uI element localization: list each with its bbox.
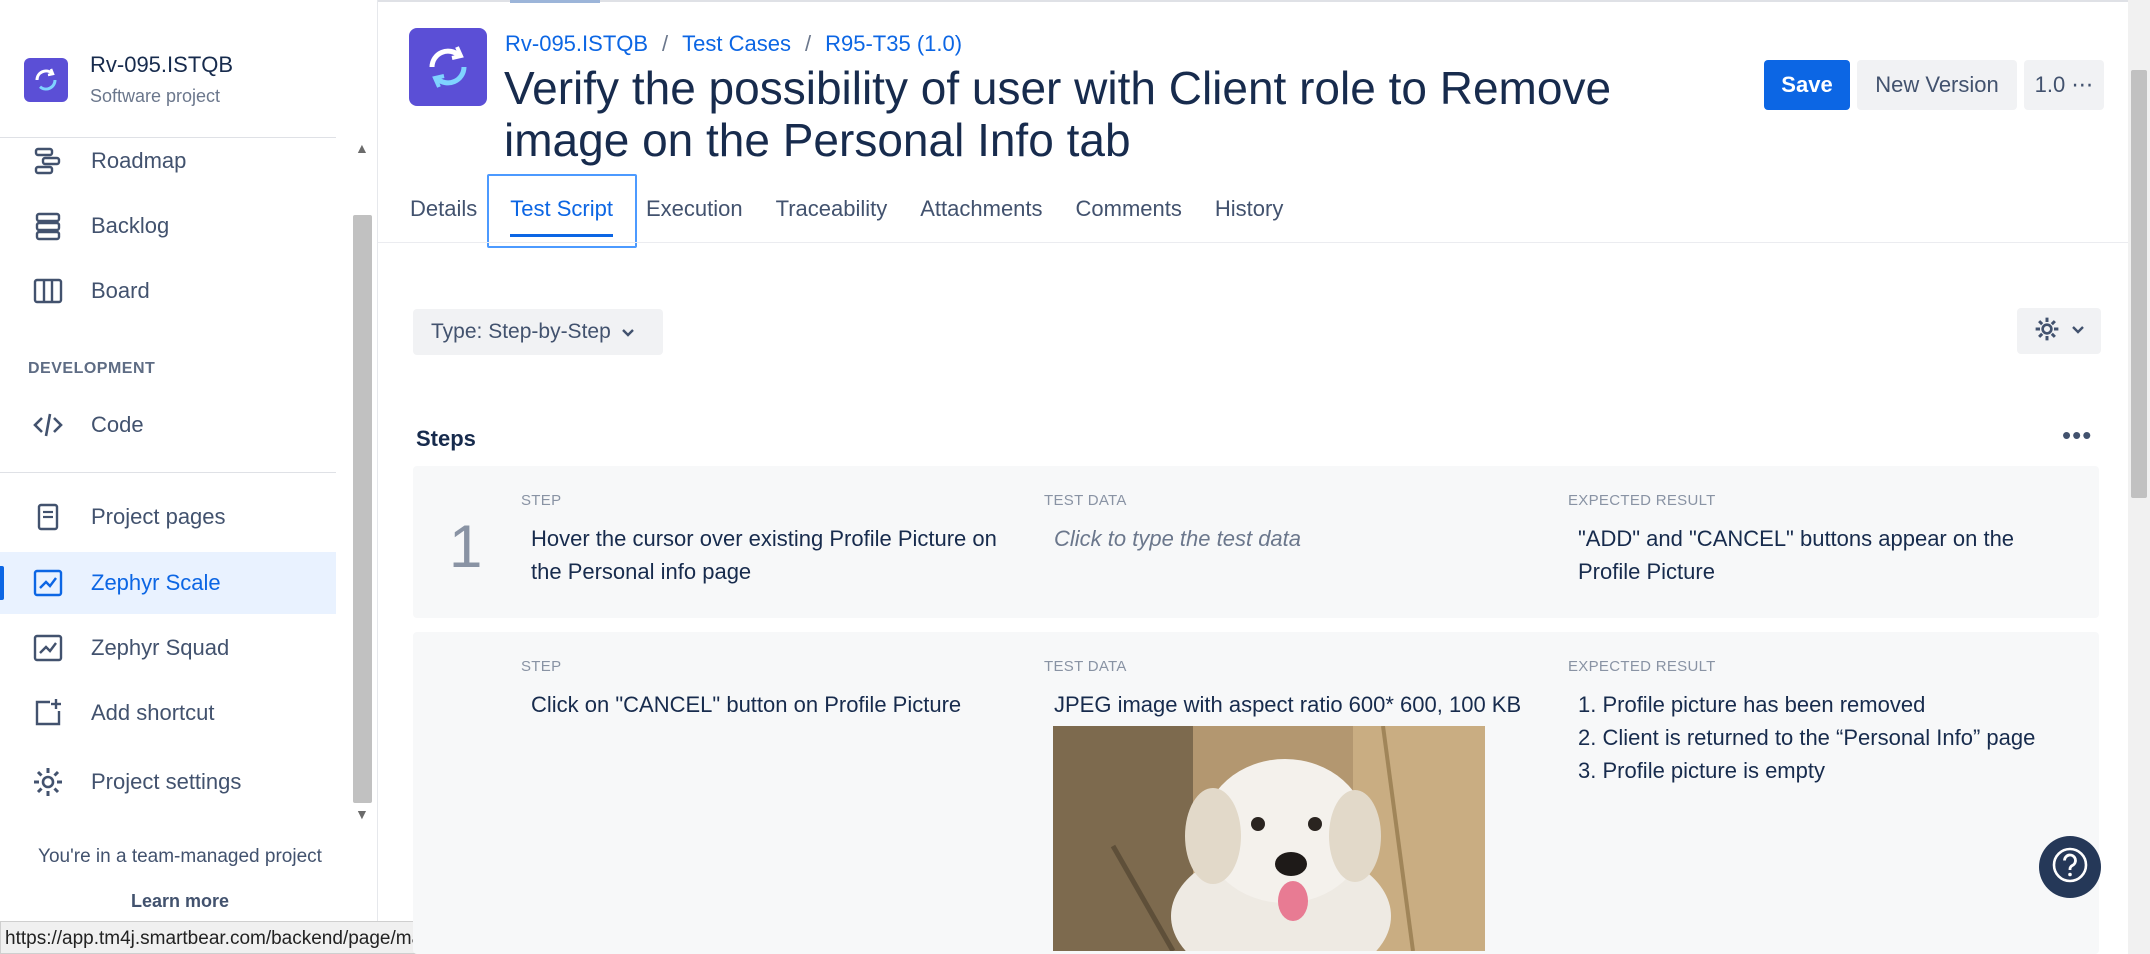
sidebar-item-label: Add shortcut: [91, 700, 215, 725]
sidebar-item-label: Code: [91, 412, 144, 437]
project-header[interactable]: Rv-095.ISTQB Software project: [24, 52, 233, 107]
sidebar-item-code[interactable]: Code: [0, 394, 336, 456]
tab-history[interactable]: History: [1215, 196, 1283, 232]
tab-details[interactable]: Details: [410, 196, 477, 232]
script-type-select[interactable]: Type: Step-by-Step: [413, 309, 663, 355]
sidebar: Rv-095.ISTQB Software project Roadmap Ba…: [0, 0, 378, 954]
tab-execution[interactable]: Execution: [646, 196, 743, 232]
board-icon: [30, 273, 66, 309]
sidebar-item-label: Project settings: [91, 769, 242, 794]
test-data-field[interactable]: JPEG image with aspect ratio 600* 600, 1…: [1054, 688, 1544, 721]
zephyr-scale-icon: [30, 565, 66, 601]
sidebar-item-add-shortcut[interactable]: Add shortcut: [0, 682, 336, 744]
step-description[interactable]: Click on "CANCEL" button on Profile Pict…: [531, 688, 1031, 721]
tab-focus-ring: [487, 174, 637, 248]
add-shortcut-icon: [30, 695, 66, 731]
sidebar-item-label: Roadmap: [91, 148, 187, 173]
sidebar-item-label: Board: [91, 278, 150, 303]
script-type-label: Type: Step-by-Step: [431, 320, 611, 343]
expected-result-list[interactable]: 1. Profile picture has been removed 2. C…: [1578, 688, 2098, 787]
sidebar-item-project-pages[interactable]: Project pages: [0, 486, 336, 548]
test-data-column-label: TEST DATA: [1044, 492, 1127, 509]
project-type: Software project: [90, 86, 221, 106]
expected-result-column-label: EXPECTED RESULT: [1568, 658, 1716, 675]
steps-title: Steps: [416, 426, 476, 451]
expected-result[interactable]: "ADD" and "CANCEL" buttons appear on the…: [1578, 522, 2068, 588]
sidebar-item-label: Zephyr Scale: [91, 570, 221, 595]
sidebar-item-project-settings[interactable]: Project settings: [0, 751, 336, 813]
chevron-down-icon: [2071, 322, 2085, 340]
project-avatar-icon: [24, 57, 68, 102]
scroll-up-icon[interactable]: ▲: [355, 140, 369, 156]
backlog-icon: [30, 208, 66, 244]
step-number: 1: [449, 513, 483, 580]
chevron-down-icon: [621, 320, 635, 344]
sidebar-item-roadmap[interactable]: Roadmap: [0, 130, 336, 192]
breadcrumb: Rv-095.ISTQB / Test Cases / R95-T35 (1.0): [505, 31, 962, 57]
puppy-image[interactable]: [1053, 726, 1485, 951]
loading-indicator: [510, 0, 600, 3]
sidebar-item-label: Project pages: [91, 504, 226, 529]
zephyr-squad-icon: [30, 630, 66, 666]
divider: [378, 242, 2150, 243]
scroll-down-icon[interactable]: ▼: [355, 806, 369, 822]
save-button[interactable]: Save: [1764, 60, 1850, 110]
expected-result-item: 3. Profile picture is empty: [1578, 758, 1825, 783]
sidebar-item-label: Zephyr Squad: [91, 635, 230, 660]
step-row[interactable]: STEP TEST DATA EXPECTED RESULT Click on …: [413, 632, 2099, 954]
steps-more-icon[interactable]: •••: [2062, 420, 2092, 451]
sidebar-item-zephyr-scale[interactable]: Zephyr Scale: [0, 552, 336, 614]
step-column-label: STEP: [521, 658, 562, 675]
step-row[interactable]: 1 STEP TEST DATA EXPECTED RESULT Hover t…: [413, 466, 2099, 618]
team-managed-note: You're in a team-managed project: [38, 846, 322, 867]
page-title[interactable]: Verify the possibility of user with Clie…: [504, 62, 1744, 166]
top-border: [378, 0, 2150, 2]
tab-attachments[interactable]: Attachments: [920, 196, 1042, 232]
step-column-label: STEP: [521, 492, 562, 509]
version-menu-button[interactable]: 1.0 ⋯: [2024, 60, 2104, 110]
section-development: DEVELOPMENT: [28, 360, 156, 377]
sidebar-item-label: Backlog: [91, 213, 170, 238]
script-settings-button[interactable]: [2017, 308, 2101, 354]
settings-icon: [30, 764, 66, 800]
breadcrumb-separator: /: [662, 31, 669, 56]
project-name: Rv-095.ISTQB: [90, 52, 234, 77]
test-data-column-label: TEST DATA: [1044, 658, 1127, 675]
page-scroll-thumb[interactable]: [2131, 70, 2147, 498]
breadcrumb-separator: /: [805, 31, 812, 56]
expected-result-item: 1. Profile picture has been removed: [1578, 692, 1926, 717]
tab-comments[interactable]: Comments: [1076, 196, 1182, 232]
test-case-icon: [409, 28, 487, 106]
divider: [0, 472, 336, 473]
help-icon: [2050, 845, 2090, 890]
sidebar-item-zephyr-squad[interactable]: Zephyr Squad: [0, 617, 336, 679]
expected-result-item: 2. Client is returned to the “Personal I…: [1578, 725, 2036, 750]
gear-icon: [2033, 315, 2061, 348]
test-data-field[interactable]: Click to type the test data: [1054, 522, 1534, 555]
expected-result-column-label: EXPECTED RESULT: [1568, 492, 1716, 509]
tab-traceability[interactable]: Traceability: [776, 196, 888, 232]
breadcrumb-test-cases[interactable]: Test Cases: [682, 31, 791, 56]
step-description[interactable]: Hover the cursor over existing Profile P…: [531, 522, 1031, 588]
pages-icon: [30, 499, 66, 535]
breadcrumb-test-case-key[interactable]: R95-T35 (1.0): [825, 31, 962, 56]
code-icon: [30, 407, 66, 443]
help-button[interactable]: [2039, 836, 2101, 898]
breadcrumb-project[interactable]: Rv-095.ISTQB: [505, 31, 648, 56]
sidebar-item-backlog[interactable]: Backlog: [0, 195, 336, 257]
sidebar-scrollbar[interactable]: [353, 215, 372, 803]
new-version-button[interactable]: New Version: [1857, 60, 2017, 110]
sidebar-item-board[interactable]: Board: [0, 260, 336, 322]
roadmap-icon: [30, 143, 66, 179]
learn-more-link[interactable]: Learn more: [0, 891, 360, 912]
